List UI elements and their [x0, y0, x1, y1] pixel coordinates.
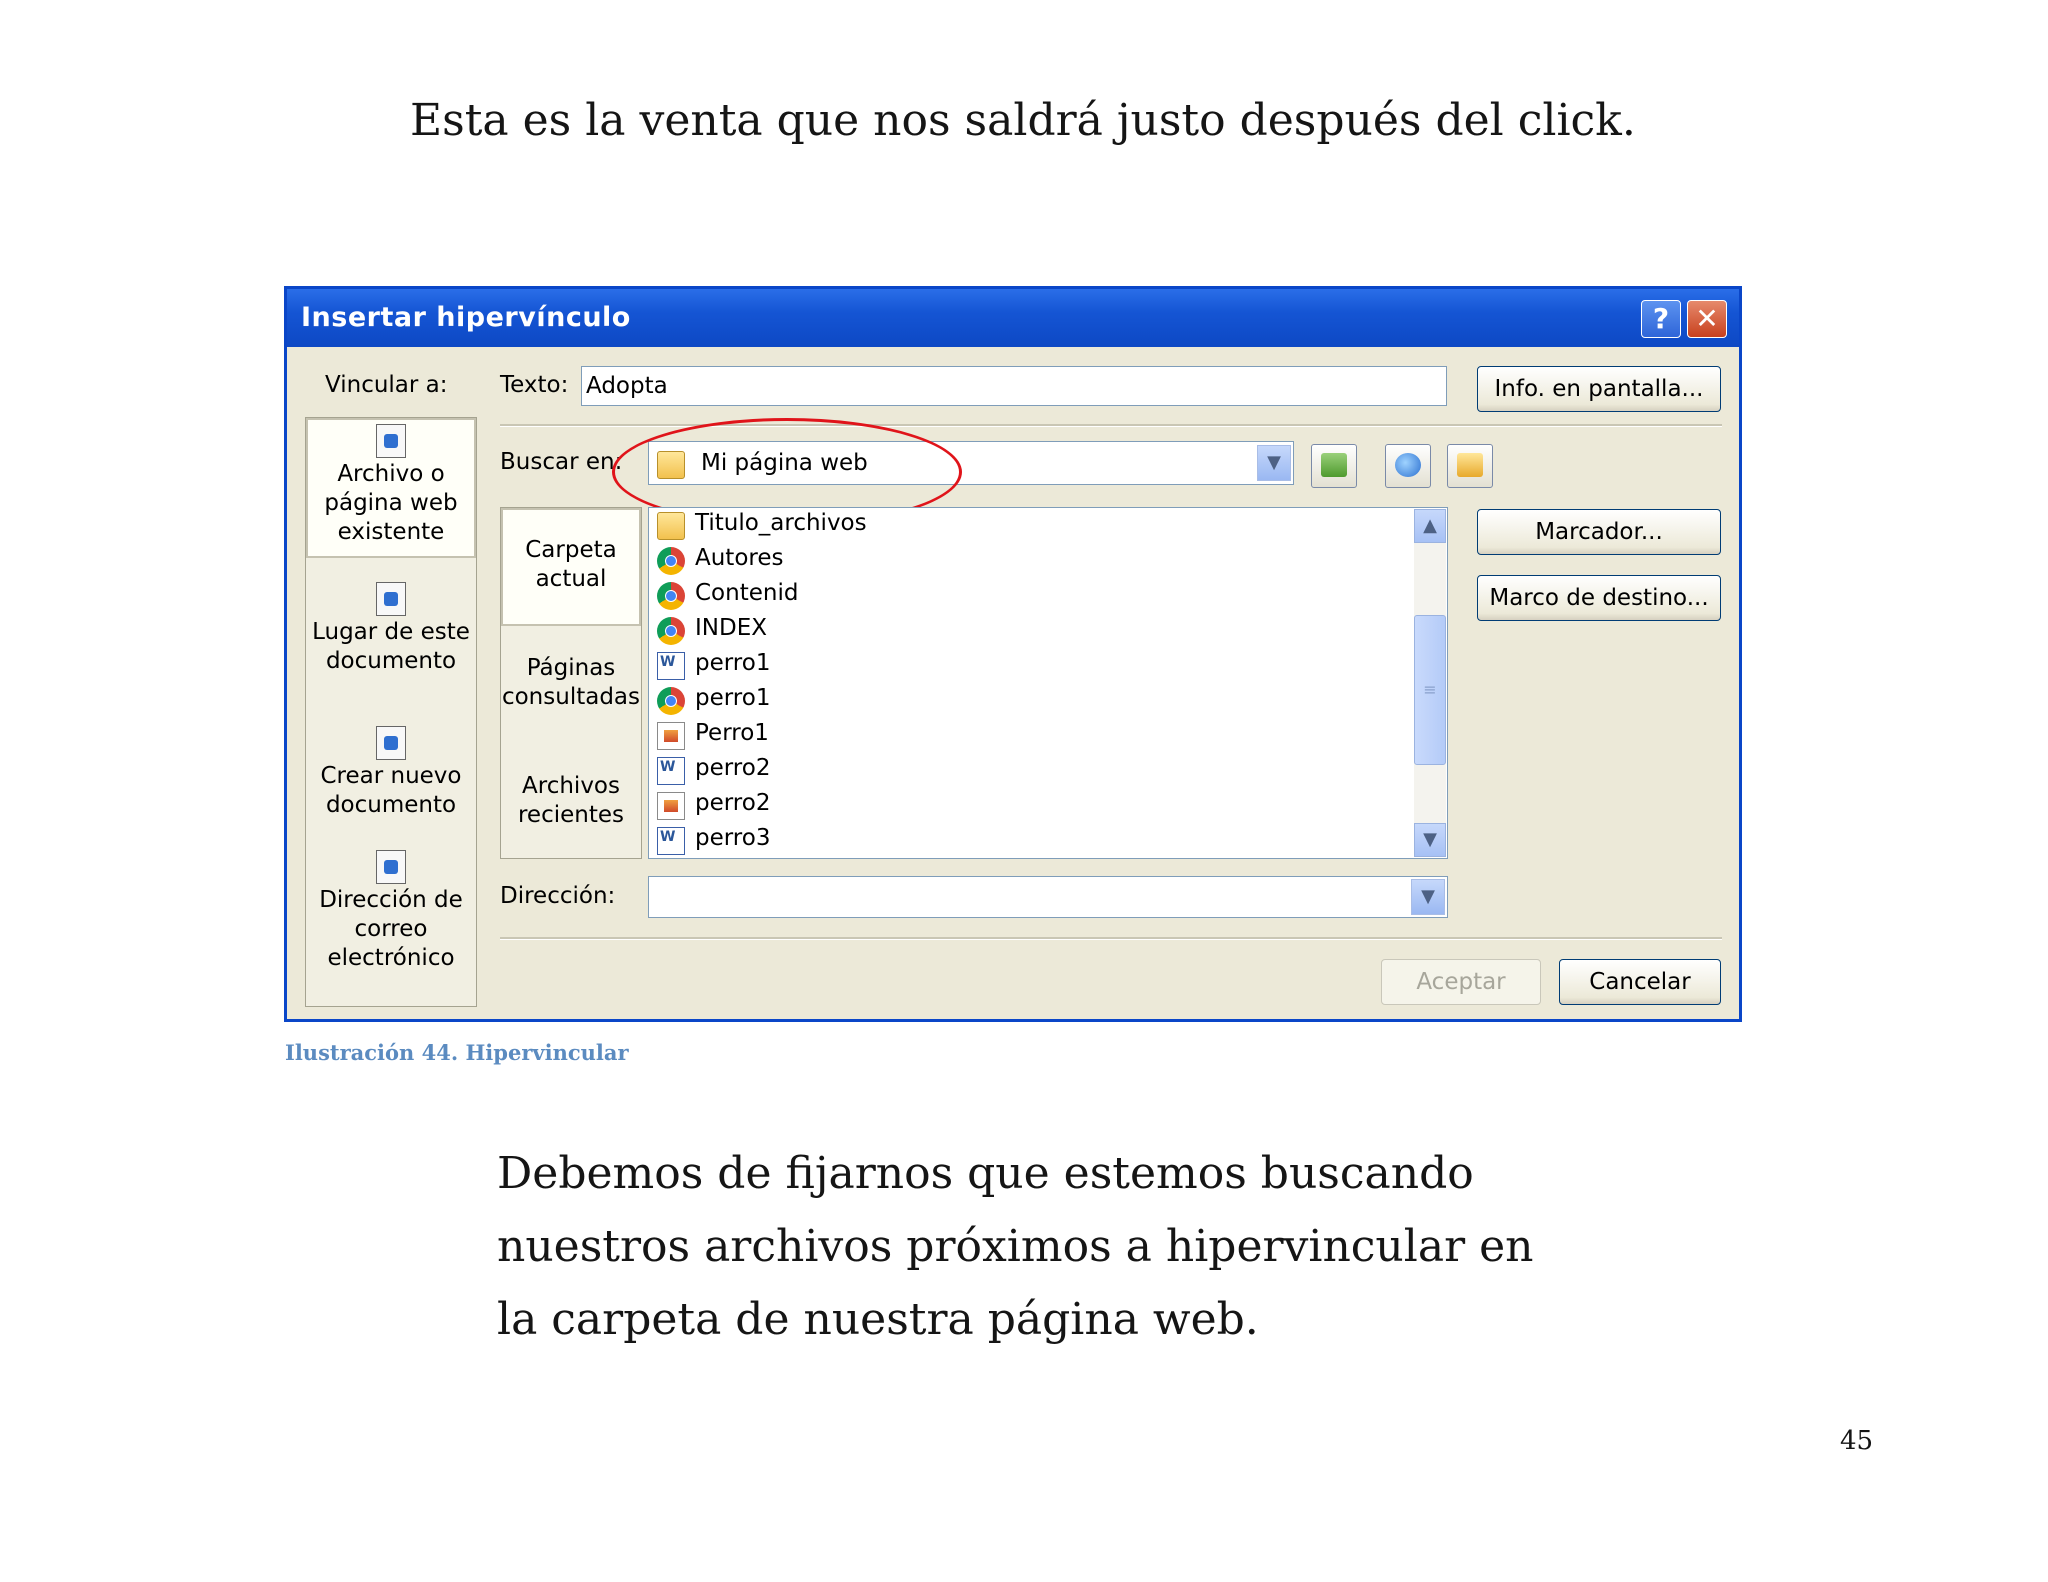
file-name: perro1 [695, 650, 771, 676]
close-button[interactable]: ✕ [1687, 300, 1727, 338]
chevron-up-icon[interactable]: ▲ [1414, 509, 1446, 543]
nav-label: consultadas [501, 684, 641, 710]
divider [500, 937, 1722, 940]
web-page-file-icon [376, 424, 406, 458]
word-document-icon [657, 652, 685, 680]
image-file-icon [657, 722, 685, 750]
link-option-new-document[interactable]: Crear nuevo documento [306, 722, 476, 832]
link-option-place-in-document[interactable]: Lugar de este documento [306, 578, 476, 688]
chrome-html-icon [657, 582, 685, 610]
look-in-select[interactable]: Mi página web ▼ [648, 441, 1294, 485]
accept-button[interactable]: Aceptar [1381, 959, 1541, 1005]
nav-browsed-pages[interactable]: Páginas consultadas [501, 654, 641, 724]
file-name: perro1 [695, 685, 771, 711]
nav-label: recientes [517, 802, 624, 828]
chevron-down-icon[interactable]: ▼ [1411, 879, 1445, 915]
open-folder-icon [1457, 453, 1483, 477]
texto-value: Adopta [586, 373, 668, 399]
screen-tip-button[interactable]: Info. en pantalla... [1477, 366, 1721, 412]
bookmark-button[interactable]: Marcador... [1477, 509, 1721, 555]
up-folder-button[interactable] [1311, 444, 1357, 488]
browse-web-button[interactable] [1385, 444, 1431, 488]
direccion-label: Dirección: [500, 883, 616, 909]
chrome-html-icon [657, 687, 685, 715]
file-name: Autores [695, 545, 784, 571]
nav-current-folder[interactable]: Carpeta actual [501, 508, 641, 626]
file-name: perro2 [695, 755, 771, 781]
link-option-label: Crear nuevo [320, 763, 462, 789]
nav-label: Páginas [526, 655, 616, 681]
link-option-existing-file[interactable]: Archivo o página web existente [306, 418, 476, 558]
vincular-label: Vincular a: [325, 372, 448, 398]
link-option-label: página web [324, 490, 458, 516]
texto-input[interactable]: Adopta [581, 366, 1447, 406]
chevron-down-icon[interactable]: ▼ [1257, 445, 1291, 481]
link-option-label: correo [354, 916, 428, 942]
insert-hyperlink-dialog: Insertar hipervínculo ? ✕ Vincular a: Ar… [284, 286, 1742, 1022]
look-in-value: Mi página web [701, 450, 868, 476]
help-button[interactable]: ? [1641, 300, 1681, 338]
divider [500, 424, 1722, 427]
document-place-icon [376, 582, 406, 616]
file-name: Titulo_archivos [695, 510, 867, 536]
chevron-down-icon[interactable]: ▼ [1414, 823, 1446, 857]
browse-file-button[interactable] [1447, 444, 1493, 488]
word-document-icon [657, 827, 685, 855]
folder-icon [657, 512, 685, 540]
figure-caption: Ilustración 44. Hipervincular [285, 1040, 629, 1065]
dialog-titlebar: Insertar hipervínculo ? ✕ [287, 289, 1739, 347]
browse-nav-panel: Carpeta actual Páginas consultadas Archi… [500, 507, 642, 859]
image-file-icon [657, 792, 685, 820]
address-input[interactable]: ▼ [648, 876, 1448, 918]
new-document-icon [376, 726, 406, 760]
body-line: nuestros archivos próximos a hipervincul… [497, 1221, 1534, 1272]
body-line: la carpeta de nuestra página web. [497, 1294, 1259, 1345]
link-option-label: Archivo o [337, 461, 445, 487]
chrome-html-icon [657, 547, 685, 575]
texto-label: Texto: [500, 372, 569, 398]
body-line: Debemos de fijarnos que estemos buscando [497, 1148, 1474, 1199]
up-folder-icon [1321, 453, 1347, 477]
link-option-email[interactable]: Dirección de correo electrónico [306, 846, 476, 986]
dialog-title: Insertar hipervínculo [301, 302, 631, 333]
nav-recent-files[interactable]: Archivos recientes [501, 772, 641, 842]
scrollbar-thumb[interactable]: ≡ [1414, 615, 1446, 765]
file-name: perro3 [695, 825, 771, 851]
email-address-icon [376, 850, 406, 884]
file-list-scrollbar[interactable]: ▲ ≡ ▼ [1414, 509, 1446, 857]
file-name: Perro1 [695, 720, 769, 746]
nav-label: Carpeta [525, 537, 617, 563]
nav-label: actual [535, 566, 607, 592]
link-option-label: documento [325, 648, 457, 674]
globe-search-icon [1395, 453, 1421, 477]
file-list[interactable]: Titulo_archivos Autores Contenid INDEX p… [648, 507, 1448, 859]
file-name: Contenid [695, 580, 799, 606]
link-option-label: existente [337, 519, 445, 545]
link-to-panel: Archivo o página web existente Lugar de … [305, 417, 477, 1007]
buscar-label: Buscar en: [500, 449, 623, 475]
link-option-label: Lugar de este [312, 619, 470, 645]
file-name: perro2 [695, 790, 771, 816]
word-document-icon [657, 757, 685, 785]
folder-icon [657, 451, 685, 479]
nav-label: Archivos [522, 773, 620, 799]
page-number: 45 [1840, 1426, 1874, 1456]
link-option-label: electrónico [327, 945, 455, 971]
file-name: INDEX [695, 615, 767, 641]
link-option-label: documento [325, 792, 457, 818]
link-option-label: Dirección de [319, 887, 463, 913]
chrome-html-icon [657, 617, 685, 645]
intro-text: Esta es la venta que nos saldrá justo de… [410, 95, 1636, 146]
target-frame-button[interactable]: Marco de destino... [1477, 575, 1721, 621]
cancel-button[interactable]: Cancelar [1559, 959, 1721, 1005]
